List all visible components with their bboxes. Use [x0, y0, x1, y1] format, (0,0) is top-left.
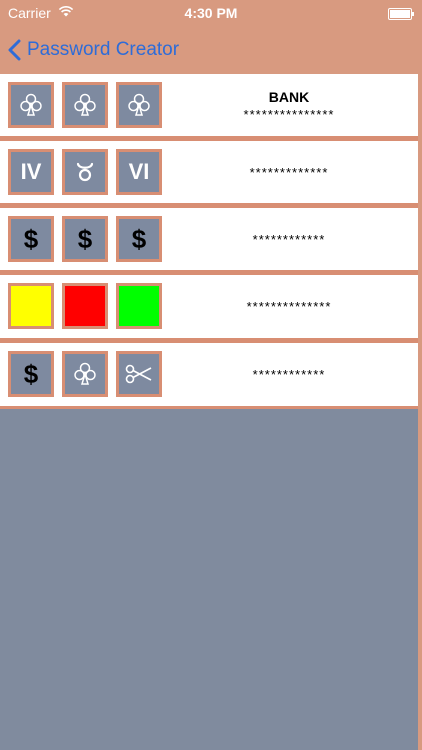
header: Carrier 4:30 PM Password Creator	[0, 0, 422, 74]
password-info: ************	[160, 343, 418, 405]
tile-text[interactable]: VI	[116, 149, 162, 195]
password-row[interactable]: BANK ***************	[0, 74, 418, 136]
tile-dollar[interactable]: $	[8, 351, 54, 397]
password-info: BANK ***************	[160, 74, 418, 136]
clock: 4:30 PM	[184, 5, 238, 21]
back-button[interactable]: Password Creator	[8, 36, 179, 64]
password-mask: ************	[252, 366, 326, 382]
tile-taurus[interactable]	[62, 149, 108, 195]
tile-label: $	[23, 358, 39, 389]
club-icon	[74, 93, 96, 116]
password-row[interactable]: IV VI *************	[0, 141, 418, 203]
status-bar: Carrier 4:30 PM	[0, 0, 422, 26]
password-info: **************	[160, 275, 418, 337]
password-mask: ***************	[243, 106, 335, 122]
tile-club[interactable]	[62, 82, 108, 128]
battery-icon	[388, 8, 414, 20]
tile-club[interactable]	[62, 351, 108, 397]
tile-dollar[interactable]: $	[116, 216, 162, 262]
back-button-label: Password Creator	[27, 39, 180, 60]
tile-green[interactable]	[116, 283, 162, 329]
password-mask: ************	[252, 231, 326, 247]
tile-label: IV	[20, 159, 42, 184]
password-row[interactable]: $ $ $ ************	[0, 208, 418, 270]
club-icon	[74, 362, 96, 385]
tile-label: $	[23, 223, 39, 254]
password-row[interactable]: $ ************	[0, 343, 418, 406]
tile-label: $	[77, 223, 93, 254]
tile-club[interactable]	[8, 82, 54, 128]
tile-scissors[interactable]	[116, 351, 162, 397]
navigation-bar: Password Creator	[0, 26, 422, 74]
scissors-icon	[125, 364, 152, 384]
tile-dollar[interactable]: $	[62, 216, 108, 262]
password-row[interactable]: **************	[0, 275, 418, 338]
tile-dollar[interactable]: $	[8, 216, 54, 262]
club-icon	[128, 93, 150, 116]
tile-label: $	[131, 223, 147, 254]
password-mask: *************	[249, 164, 329, 180]
club-icon	[20, 93, 42, 116]
tile-club[interactable]	[116, 82, 162, 128]
password-info: *************	[160, 141, 418, 203]
tile-label: VI	[128, 159, 150, 184]
chevron-left-icon	[8, 39, 21, 61]
tile-red[interactable]	[62, 283, 108, 329]
password-mask: **************	[246, 298, 332, 314]
tile-yellow[interactable]	[8, 283, 54, 329]
password-name: BANK	[268, 88, 310, 105]
taurus-icon	[76, 162, 94, 182]
tile-text[interactable]: IV	[8, 149, 54, 195]
password-info: ************	[160, 208, 418, 270]
right-edge	[418, 74, 422, 750]
row-divider	[0, 406, 418, 409]
